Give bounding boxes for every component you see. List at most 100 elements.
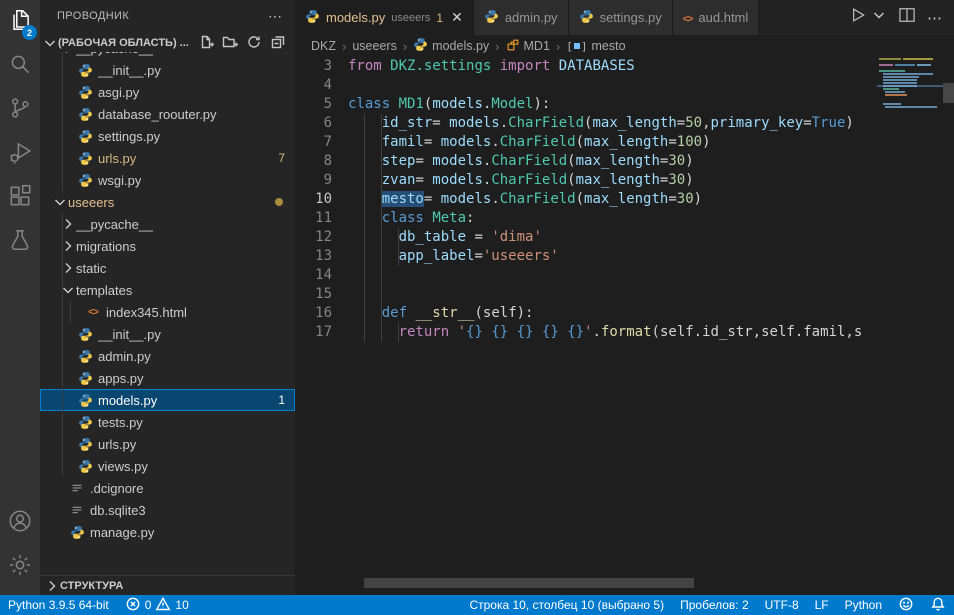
views-more-icon[interactable]: ⋯	[268, 8, 283, 25]
tree-item-index345.html[interactable]: <>index345.html	[40, 301, 295, 323]
config-file-icon	[68, 502, 86, 518]
line-number: 12	[295, 228, 348, 247]
split-editor-button[interactable]	[897, 5, 917, 30]
tree-item-urls.py[interactable]: urls.py7	[40, 147, 295, 169]
status-eol[interactable]: LF	[807, 595, 837, 615]
close-icon[interactable]: ✕	[451, 9, 463, 26]
code-line-17[interactable]: 17 return '{} {} {} {} {}'.format(self.i…	[295, 323, 954, 342]
code-line-5[interactable]: 5class MD1(models.Model):	[295, 95, 954, 114]
status-notifications[interactable]	[922, 595, 954, 615]
python-file-icon	[76, 458, 94, 474]
code-line-10[interactable]: 10 mesto= models.CharField(max_length=30…	[295, 190, 954, 209]
tree-item-__pycache__[interactable]: __pycache__	[40, 52, 295, 59]
breadcrumb-MD1[interactable]: MD1	[506, 38, 550, 55]
status-python-interpreter[interactable]: Python 3.9.5 64-bit	[0, 595, 117, 615]
tree-item-models.py[interactable]: models.py1	[40, 389, 295, 411]
status-indentation[interactable]: Пробелов: 2	[672, 595, 757, 615]
code-editor[interactable]: 3from DKZ.settings import DATABASES45cla…	[295, 57, 954, 595]
activity-bar: 2	[0, 0, 40, 595]
split-icon	[897, 5, 917, 30]
run-button[interactable]	[847, 5, 867, 30]
tab-settings.py[interactable]: settings.py	[569, 0, 673, 35]
tab-admin.py[interactable]: admin.py	[474, 0, 569, 35]
code-line-11[interactable]: 11 class Meta:	[295, 209, 954, 228]
minimap[interactable]	[877, 58, 943, 110]
breadcrumb-useeers[interactable]: useeers	[352, 39, 396, 53]
breadcrumb-DKZ[interactable]: DKZ	[311, 39, 336, 53]
bell-icon	[930, 596, 946, 615]
breadcrumb: DKZ›useeers›models.py›MD1›[]mesto	[295, 35, 954, 57]
activitybar-extensions[interactable]	[0, 176, 40, 220]
tree-item-database_roouter.py[interactable]: database_roouter.py	[40, 103, 295, 125]
code-line-6[interactable]: 6 id_str= models.CharField(max_length=50…	[295, 114, 954, 133]
activitybar-settings[interactable]	[0, 545, 40, 589]
workspace-section-header[interactable]: (РАБОЧАЯ ОБЛАСТЬ) ...	[40, 32, 295, 54]
code-line-16[interactable]: 16 def __str__(self):	[295, 304, 954, 323]
vscode-window: 2 ПРОВОДНИК ⋯ (РАБОЧАЯ ОБЛАСТЬ) ... __py…	[0, 0, 954, 615]
code-line-3[interactable]: 3from DKZ.settings import DATABASES	[295, 57, 954, 76]
code-line-12[interactable]: 12 db_table = 'dima'	[295, 228, 954, 247]
activitybar-run-debug[interactable]	[0, 132, 40, 176]
tab-models.py[interactable]: models.pyuseeers1✕	[295, 0, 474, 35]
tab-aud.html[interactable]: <>aud.html	[673, 0, 760, 35]
tree-item-db.sqlite3[interactable]: db.sqlite3	[40, 499, 295, 521]
code-line-9[interactable]: 9 zvan= models.CharField(max_length=30)	[295, 171, 954, 190]
status-encoding[interactable]: UTF-8	[757, 595, 807, 615]
activitybar-search[interactable]	[0, 44, 40, 88]
tree-item-__init__.py[interactable]: __init__.py	[40, 59, 295, 81]
tree-item-migrations[interactable]: migrations	[40, 235, 295, 257]
modified-dot	[275, 198, 283, 206]
tree-item-manage.py[interactable]: manage.py	[40, 521, 295, 543]
more-actions[interactable]: ⋯	[927, 9, 942, 27]
refresh-icon	[246, 34, 262, 53]
python-file-icon	[76, 150, 94, 166]
code-line-14[interactable]: 14	[295, 266, 954, 285]
activitybar-testing[interactable]	[0, 220, 40, 264]
activitybar-accounts[interactable]	[0, 501, 40, 545]
tree-item-.dcignore[interactable]: .dcignore	[40, 477, 295, 499]
breadcrumb-mesto[interactable]: []mesto	[566, 39, 625, 53]
chevron-right-icon	[44, 578, 60, 594]
horizontal-scrollbar[interactable]	[364, 578, 694, 588]
code-line-15[interactable]: 15	[295, 285, 954, 304]
tree-item-settings.py[interactable]: settings.py	[40, 125, 295, 147]
collapse-all-button[interactable]	[269, 34, 287, 52]
line-number: 3	[295, 57, 348, 76]
code-line-8[interactable]: 8 step= models.CharField(max_length=30)	[295, 152, 954, 171]
tree-item-__init__.py[interactable]: __init__.py	[40, 323, 295, 345]
run-dropdown[interactable]	[871, 7, 887, 28]
new-file-button[interactable]	[197, 34, 215, 52]
breadcrumb-models.py[interactable]: models.py	[413, 37, 489, 55]
activitybar-explorer[interactable]: 2	[0, 0, 40, 44]
line-number: 6	[295, 114, 348, 133]
file-tree: __pycache____init__.pyasgi.pydatabase_ro…	[40, 52, 295, 575]
code-line-7[interactable]: 7 famil= models.CharField(max_length=100…	[295, 133, 954, 152]
status-language-mode[interactable]: Python	[837, 595, 890, 615]
line-number: 10	[295, 190, 348, 209]
tree-item-__pycache__[interactable]: __pycache__	[40, 213, 295, 235]
tree-item-templates[interactable]: templates	[40, 279, 295, 301]
status-feedback[interactable]	[890, 595, 922, 615]
refresh-button[interactable]	[245, 34, 263, 52]
status-problems[interactable]: 010	[117, 595, 197, 615]
activitybar-source-control[interactable]	[0, 88, 40, 132]
tree-item-static[interactable]: static	[40, 257, 295, 279]
new-folder-button[interactable]	[221, 34, 239, 52]
status-cursor-position[interactable]: Строка 10, столбец 10 (выбрано 5)	[461, 595, 672, 615]
outline-section-header[interactable]: СТРУКТУРА	[40, 575, 295, 595]
code-line-13[interactable]: 13 app_label='useeers'	[295, 247, 954, 266]
code-line-4[interactable]: 4	[295, 76, 954, 95]
line-number: 15	[295, 285, 348, 304]
tree-item-urls.py[interactable]: urls.py	[40, 433, 295, 455]
tree-item-views.py[interactable]: views.py	[40, 455, 295, 477]
tree-item-apps.py[interactable]: apps.py	[40, 367, 295, 389]
tree-item-tests.py[interactable]: tests.py	[40, 411, 295, 433]
python-file-icon	[76, 172, 94, 188]
chevron-down-icon	[871, 7, 887, 28]
tree-item-useeers[interactable]: useeers	[40, 191, 295, 213]
vertical-scrollbar[interactable]	[943, 83, 954, 103]
tree-item-admin.py[interactable]: admin.py	[40, 345, 295, 367]
tree-item-asgi.py[interactable]: asgi.py	[40, 81, 295, 103]
python-file-icon	[413, 37, 428, 55]
tree-item-wsgi.py[interactable]: wsgi.py	[40, 169, 295, 191]
